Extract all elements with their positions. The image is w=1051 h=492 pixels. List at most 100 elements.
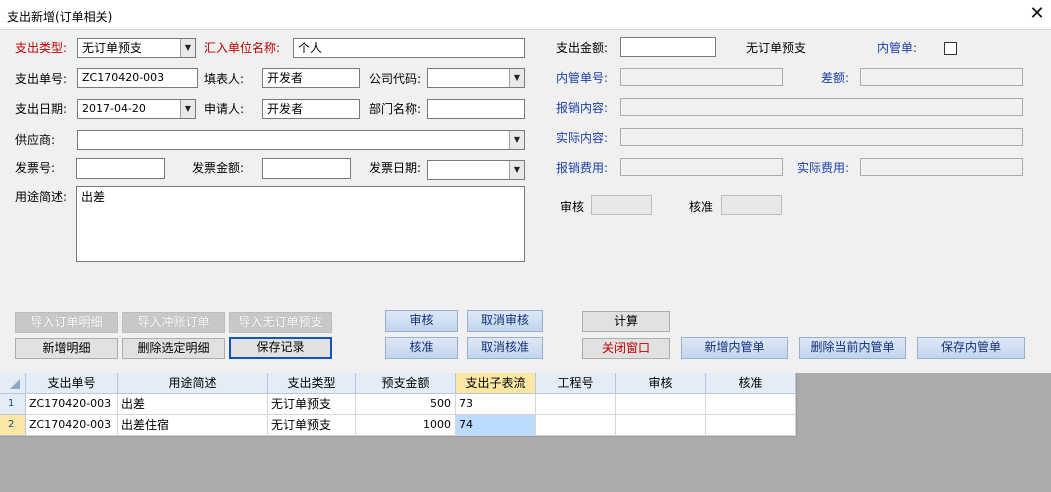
- cancel-approve-button[interactable]: 取消核准: [467, 337, 543, 359]
- table-cell[interactable]: [616, 394, 706, 415]
- supplier-select[interactable]: ▼: [77, 130, 525, 150]
- expense-no-input[interactable]: ZC170420-003: [77, 68, 198, 88]
- cancel-audit-button[interactable]: 取消审核: [467, 310, 543, 332]
- company-code-label: 公司代码:: [369, 72, 422, 86]
- import-order-button[interactable]: 导入订单明细: [15, 312, 118, 333]
- reimb-fee-input[interactable]: [620, 158, 783, 176]
- actual-fee-label: 实际费用:: [797, 161, 850, 175]
- header-project-no[interactable]: 工程号: [536, 373, 616, 394]
- no-order-text: 无订单预支: [746, 41, 807, 55]
- grid-corner[interactable]: [0, 373, 26, 394]
- import-offset-button[interactable]: 导入冲账订单: [122, 312, 225, 333]
- table-cell[interactable]: 500: [356, 394, 456, 415]
- table-cell[interactable]: [616, 415, 706, 436]
- dept-label: 部门名称:: [369, 102, 422, 116]
- header-advance-amount[interactable]: 预支金额: [356, 373, 456, 394]
- company-code-select[interactable]: ▼: [427, 68, 525, 88]
- diff-input[interactable]: [860, 68, 1023, 86]
- audit-field: [591, 195, 652, 215]
- audit-label: 审核: [560, 200, 585, 214]
- table-cell-selected[interactable]: 74: [456, 415, 536, 436]
- add-internal-button[interactable]: 新增内管单: [681, 337, 788, 359]
- expense-no-label: 支出单号:: [15, 72, 68, 86]
- expense-type-select[interactable]: 无订单预支 ▼: [77, 38, 196, 58]
- row-number[interactable]: 2: [0, 415, 26, 436]
- expense-date-label: 支出日期:: [15, 102, 68, 116]
- header-expense-no[interactable]: 支出单号: [26, 373, 118, 394]
- close-window-button[interactable]: 关闭窗口: [582, 338, 670, 359]
- internal-label: 内管单:: [877, 41, 918, 55]
- invoice-no-input[interactable]: [76, 158, 165, 179]
- internal-no-input[interactable]: [620, 68, 783, 86]
- invoice-amount-label: 发票金额:: [192, 161, 245, 175]
- amount-label: 支出金额:: [556, 41, 609, 55]
- corner-triangle-icon: [10, 379, 20, 389]
- expense-type-value: 无订单预支: [82, 41, 143, 55]
- purpose-label: 用途简述:: [15, 190, 68, 204]
- invoice-no-label: 发票号:: [15, 161, 56, 175]
- invoice-date-label: 发票日期:: [369, 161, 422, 175]
- header-purpose[interactable]: 用途简述: [118, 373, 268, 394]
- row-number[interactable]: 1: [0, 394, 26, 415]
- expense-type-label: 支出类型:: [15, 41, 68, 55]
- delete-detail-button[interactable]: 删除选定明细: [122, 338, 225, 359]
- save-internal-button[interactable]: 保存内管单: [917, 337, 1025, 359]
- applicant-input[interactable]: 开发者: [262, 99, 360, 119]
- dept-input[interactable]: [427, 99, 525, 119]
- table-cell[interactable]: 无订单预支: [268, 415, 356, 436]
- table-cell[interactable]: [536, 394, 616, 415]
- filler-label: 填表人:: [204, 72, 245, 86]
- amount-input[interactable]: [620, 37, 716, 57]
- supplier-label: 供应商:: [15, 133, 56, 147]
- import-no-order-button[interactable]: 导入无订单预支: [229, 312, 332, 333]
- internal-checkbox[interactable]: [944, 42, 957, 55]
- delete-internal-button[interactable]: 删除当前内管单: [799, 337, 906, 359]
- approve-button[interactable]: 核准: [385, 337, 458, 359]
- chevron-down-icon[interactable]: ▼: [509, 69, 524, 87]
- applicant-label: 申请人:: [204, 102, 245, 116]
- reimb-content-label: 报销内容:: [556, 101, 609, 115]
- reimb-fee-label: 报销费用:: [556, 161, 609, 175]
- approve-label: 核准: [689, 200, 714, 214]
- actual-content-input[interactable]: [620, 128, 1023, 146]
- add-detail-button[interactable]: 新增明细: [15, 338, 118, 359]
- chevron-down-icon[interactable]: ▼: [180, 100, 195, 118]
- header-audit[interactable]: 审核: [616, 373, 706, 394]
- invoice-amount-input[interactable]: [262, 158, 351, 179]
- payee-unit-input[interactable]: 个人: [293, 38, 525, 58]
- title-bar: 支出新增(订单相关) ✕: [0, 0, 1051, 30]
- expense-date-value: 2017-04-20: [82, 102, 146, 115]
- calc-button[interactable]: 计算: [582, 311, 670, 332]
- audit-button[interactable]: 审核: [385, 310, 458, 332]
- table-cell[interactable]: ZC170420-003: [26, 394, 118, 415]
- table-cell[interactable]: [706, 415, 796, 436]
- table-cell[interactable]: [706, 394, 796, 415]
- table-cell[interactable]: 出差: [118, 394, 268, 415]
- actual-fee-input[interactable]: [860, 158, 1023, 176]
- diff-label: 差额:: [821, 71, 850, 85]
- save-button[interactable]: 保存记录: [229, 337, 332, 359]
- chevron-down-icon[interactable]: ▼: [180, 39, 195, 57]
- invoice-date-picker[interactable]: ▼: [427, 160, 525, 180]
- table-cell[interactable]: ZC170420-003: [26, 415, 118, 436]
- header-sub-flow[interactable]: 支出子表流: [456, 373, 536, 394]
- table-cell[interactable]: [536, 415, 616, 436]
- expense-date-picker[interactable]: 2017-04-20 ▼: [77, 99, 196, 119]
- approve-field: [721, 195, 782, 215]
- actual-content-label: 实际内容:: [556, 131, 609, 145]
- table-cell[interactable]: 1000: [356, 415, 456, 436]
- detail-grid[interactable]: 支出单号 用途简述 支出类型 预支金额 支出子表流 工程号 审核 核准 1 ZC…: [0, 373, 797, 437]
- table-cell[interactable]: 73: [456, 394, 536, 415]
- payee-unit-label: 汇入单位名称:: [204, 41, 281, 55]
- table-cell[interactable]: 无订单预支: [268, 394, 356, 415]
- table-cell[interactable]: 出差住宿: [118, 415, 268, 436]
- close-icon[interactable]: ✕: [1026, 4, 1048, 26]
- internal-no-label: 内管单号:: [556, 71, 609, 85]
- header-approve[interactable]: 核准: [706, 373, 796, 394]
- reimb-content-input[interactable]: [620, 98, 1023, 116]
- chevron-down-icon[interactable]: ▼: [509, 131, 524, 149]
- chevron-down-icon[interactable]: ▼: [509, 161, 524, 179]
- header-expense-type[interactable]: 支出类型: [268, 373, 356, 394]
- purpose-textarea[interactable]: 出差: [76, 186, 525, 262]
- filler-input[interactable]: 开发者: [262, 68, 360, 88]
